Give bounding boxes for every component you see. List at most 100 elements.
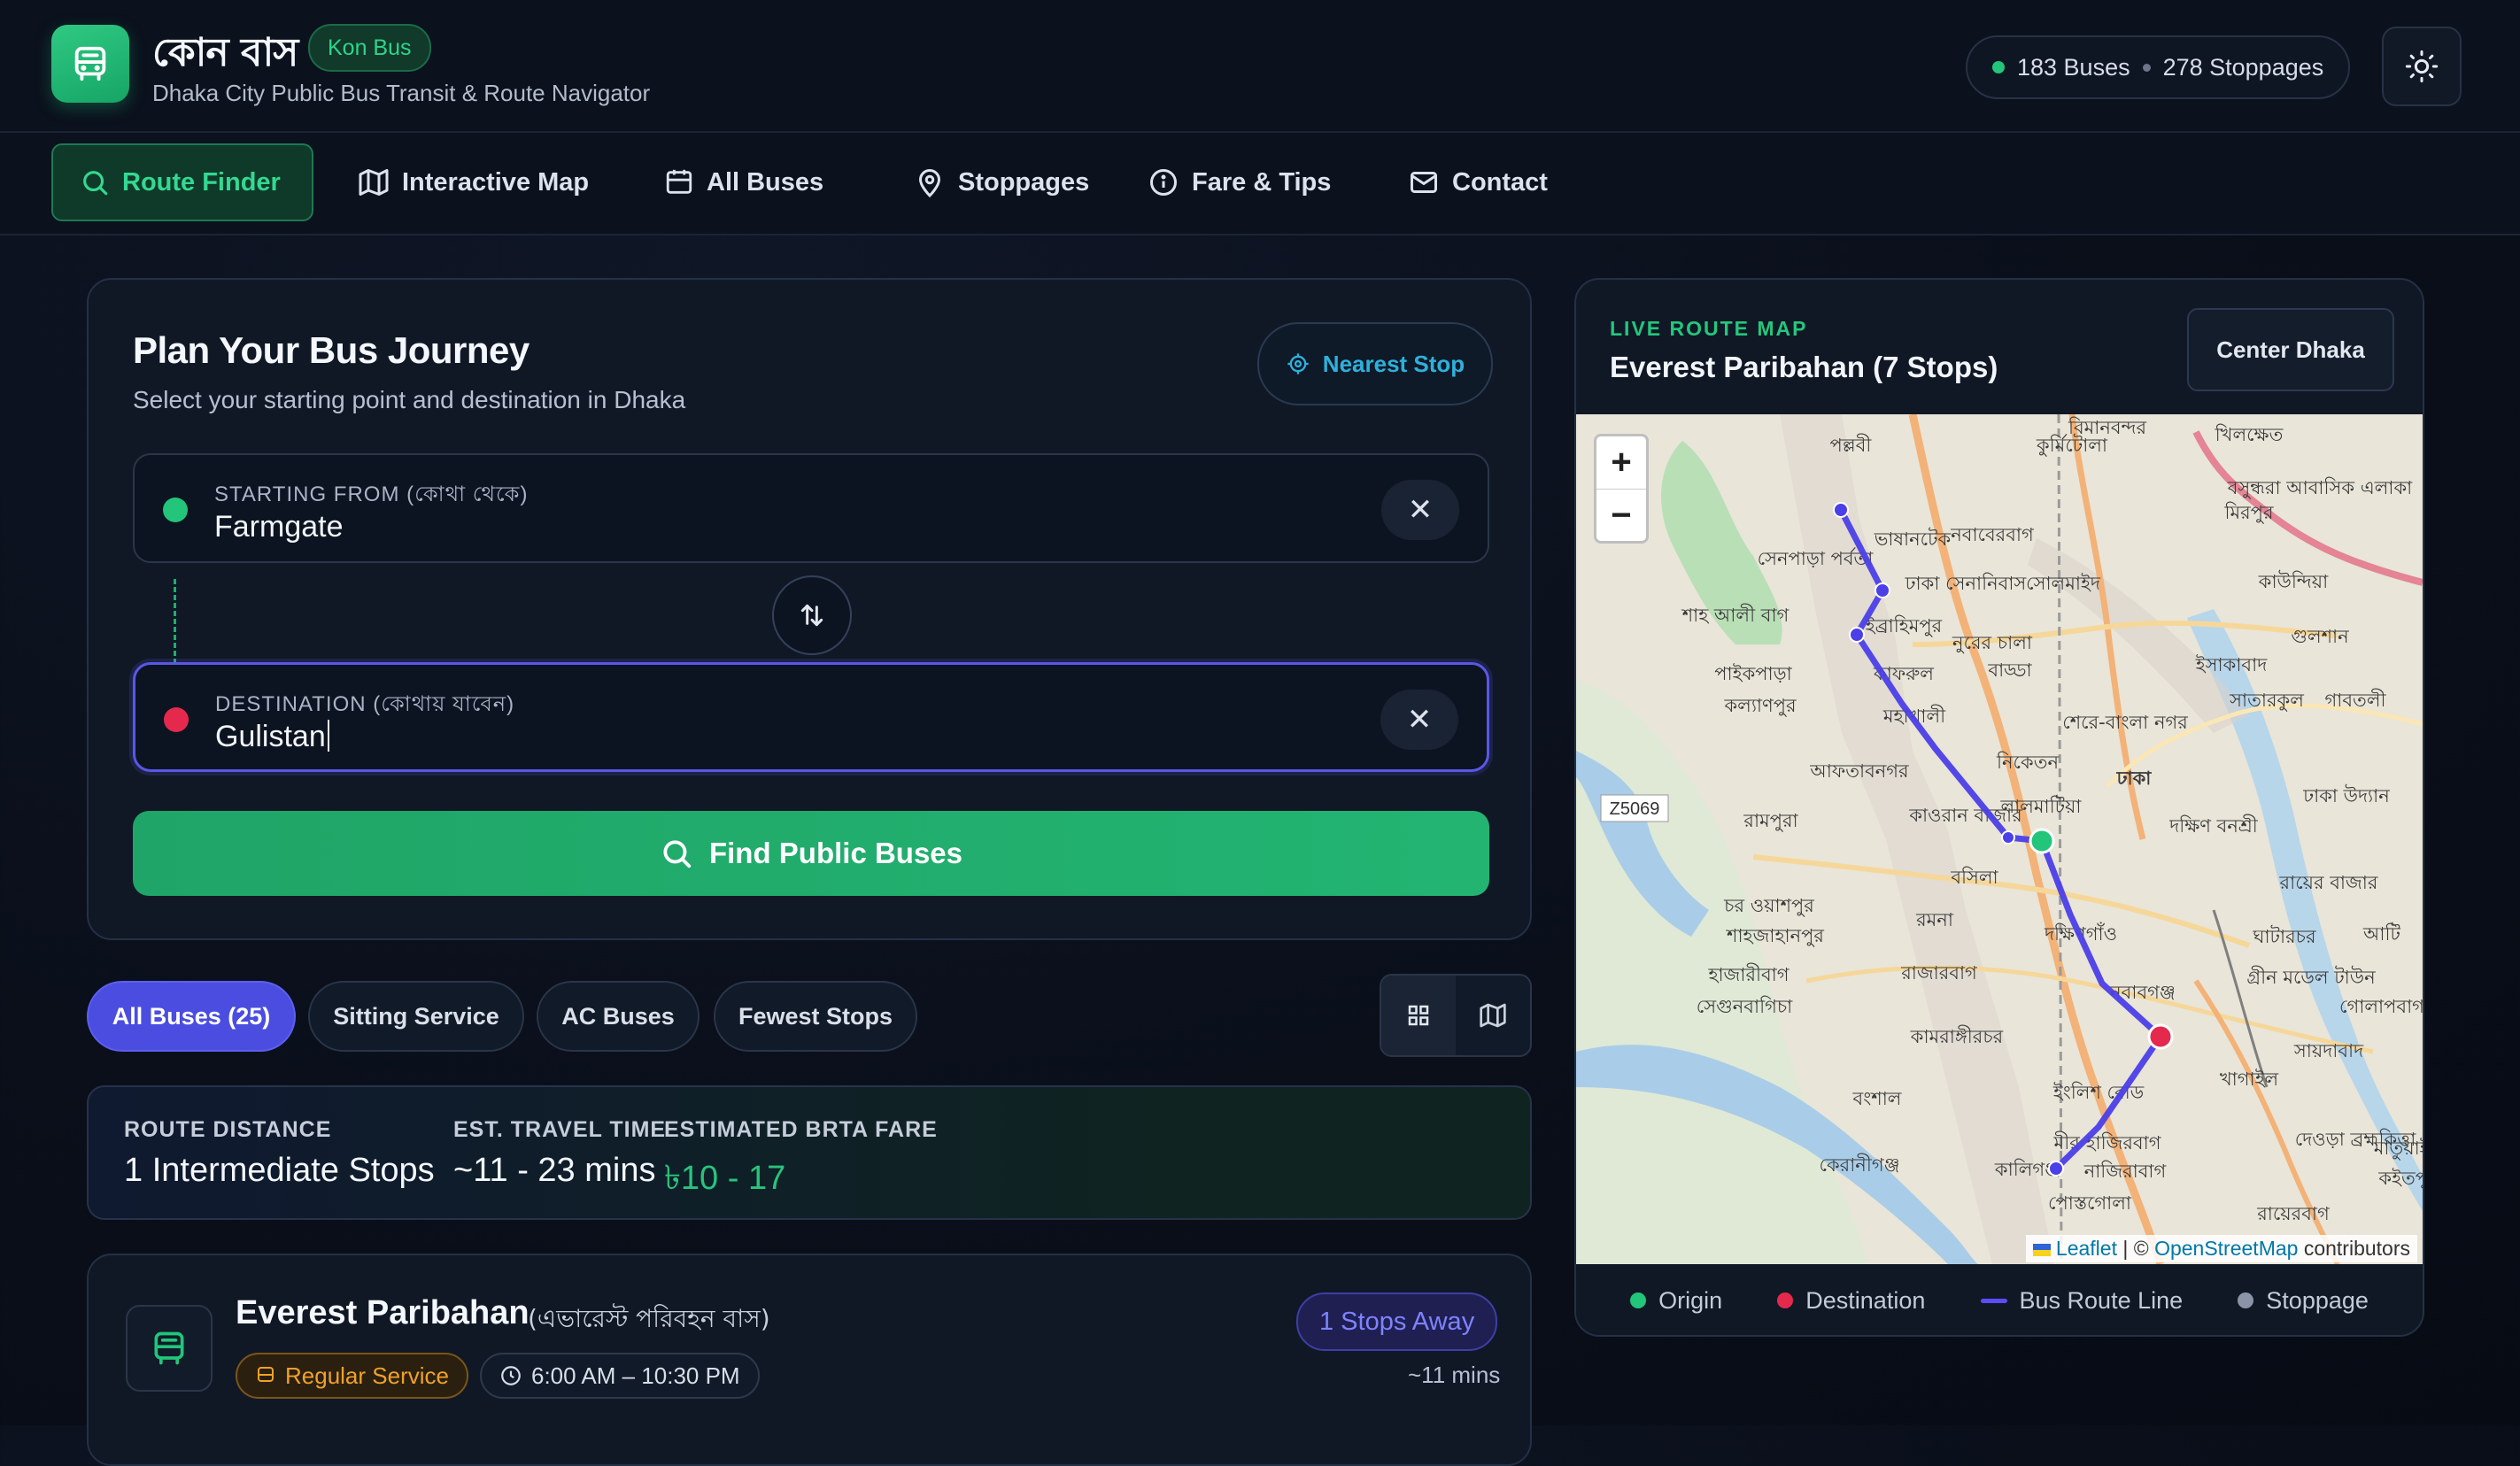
nav-stoppages[interactable]: Stoppages — [887, 143, 1116, 221]
map-place-label: কল্যাণপুর — [1723, 695, 1796, 716]
bus-avatar — [126, 1305, 213, 1392]
map-place-label: বংশাল — [1852, 1088, 1902, 1109]
map-place-label: শেরে-বাংলা নগর — [2062, 712, 2188, 733]
swap-button[interactable] — [772, 575, 852, 655]
stoppage-marker[interactable] — [1875, 583, 1890, 598]
map-place-label: চর ওয়াশপুর — [1723, 895, 1814, 916]
map-place-label: কইতপুর — [2377, 1168, 2423, 1189]
pin-icon — [918, 169, 941, 198]
origin-field[interactable]: STARTING FROM (কোথা থেকে) Farmgate ✕ — [133, 453, 1489, 563]
nav-all-buses[interactable]: All Buses — [638, 143, 850, 221]
clock-icon — [501, 1366, 521, 1385]
leaflet-link[interactable]: Leaflet — [2056, 1237, 2117, 1260]
map-place-label: রমনা — [1915, 909, 1954, 930]
map-place-label: কেরানীগঞ্জ — [1819, 1154, 1899, 1176]
nav-route-finder[interactable]: Route Finder — [51, 143, 313, 221]
road-tag: Z5069 — [1600, 794, 1669, 822]
app-badge: Kon Bus — [308, 24, 431, 72]
bus-result-card[interactable]: Everest Paribahan (এভারেস্ট পরিবহন বাস) … — [87, 1254, 1532, 1466]
destination-label: DESTINATION (কোথায় যাবেন) — [215, 692, 515, 716]
stoppage-marker[interactable] — [1833, 502, 1849, 518]
map-place-label: হাজারীবাগ — [1707, 963, 1790, 985]
bus-list-icon — [666, 169, 692, 194]
route-map[interactable]: পল্লবী কুর্মিটোলা খিলক্ষেত বিমানবন্দর বসুন্ধ… — [1576, 414, 2423, 1264]
nearest-stop-button[interactable]: Nearest Stop — [1257, 322, 1493, 405]
filter-sitting-service[interactable]: Sitting Service — [308, 981, 524, 1052]
search-icon — [663, 840, 692, 868]
map-place-label: কাওরান বাজার — [1908, 805, 2022, 826]
nav-fare-tips[interactable]: Fare & Tips — [1121, 143, 1357, 221]
find-buses-button[interactable]: Find Public Buses — [133, 811, 1489, 896]
map-place-label: ঢাকা — [2116, 768, 2153, 789]
nav-contact[interactable]: Contact — [1381, 143, 1574, 221]
stoppage-marker[interactable] — [1849, 627, 1865, 643]
legend-route-line: Bus Route Line — [1980, 1287, 2183, 1315]
app-subtitle: Dhaka City Public Bus Transit & Route Na… — [152, 80, 651, 106]
map-place-label: সেগুনবাগিচা — [1697, 996, 1793, 1017]
map-place-label: ইব্রাহিমপুর — [1865, 615, 1943, 637]
legend-destination: Destination — [1777, 1287, 1925, 1315]
map-place-label: ঘাটারচর — [2252, 925, 2315, 947]
map-place-label: ঢাকা সেনানিবাস — [1905, 573, 2028, 594]
filter-all-buses[interactable]: All Buses (25) — [87, 981, 296, 1052]
map-place-label: পাইকপাড়া — [1714, 663, 1792, 684]
map-kicker: LIVE ROUTE MAP — [1610, 317, 1808, 340]
map-place-label: ভাষানটেক — [1874, 528, 1952, 550]
map-icon — [1480, 1003, 1506, 1028]
map-place-label: গ্রীন মডেল টাউন — [2246, 966, 2376, 988]
route-summary: ROUTE DISTANCE 1 Intermediate Stops EST.… — [87, 1085, 1532, 1220]
origin-marker[interactable] — [2029, 828, 2055, 854]
center-dhaka-button[interactable]: Center Dhaka — [2187, 308, 2394, 391]
map-place-label: ইসাকাবাদ — [2195, 654, 2268, 675]
origin-label: STARTING FROM (কোথা থেকে) — [214, 482, 529, 506]
map-place-label: বসিলা — [1950, 867, 1998, 888]
stoppages-count: 278 Stoppages — [2162, 53, 2324, 81]
destination-field[interactable]: DESTINATION (কোথায় যাবেন) Gulistan ✕ — [133, 662, 1489, 772]
map-place-label: বাড্ডা — [1987, 660, 2032, 681]
grid-icon — [1408, 1005, 1429, 1026]
map-place-label: রাজারবাগ — [1900, 962, 1978, 984]
origin-input[interactable]: Farmgate — [214, 510, 344, 544]
buses-count: 183 Buses — [2017, 53, 2130, 81]
map-view-button[interactable] — [1456, 976, 1530, 1055]
service-badge: Regular Service — [236, 1353, 468, 1399]
app-logo — [51, 25, 129, 103]
map-place-label: রায়েরবাগ — [2256, 1203, 2331, 1224]
map-title: Everest Paribahan (7 Stops) — [1610, 351, 1998, 383]
map-place-label: সাতারকুল — [2229, 690, 2304, 711]
nav-interactive-map[interactable]: Interactive Map — [331, 143, 615, 221]
stoppage-marker[interactable] — [2001, 830, 2015, 845]
bus-name-bangla: (এভারেস্ট পরিবহন বাস) — [528, 1304, 770, 1333]
app-title: কোন বাস — [152, 30, 298, 75]
map-place-label: গোলাপবাগ — [2339, 996, 2423, 1017]
zoom-out-button[interactable]: − — [1596, 490, 1646, 542]
info-icon — [1150, 169, 1177, 196]
map-place-label: নাজিরাবাগ — [2083, 1161, 2168, 1182]
map-place-label: নবাবেরবাগ — [1950, 524, 2035, 545]
summary-distance: ROUTE DISTANCE 1 Intermediate Stops — [124, 1117, 435, 1189]
zoom-in-button[interactable]: + — [1596, 436, 1646, 490]
grid-view-button[interactable] — [1381, 976, 1456, 1055]
clear-destination-button[interactable]: ✕ — [1380, 690, 1458, 750]
theme-toggle-button[interactable] — [2382, 27, 2462, 106]
clear-origin-button[interactable]: ✕ — [1381, 480, 1459, 540]
filter-ac-buses[interactable]: AC Buses — [537, 981, 700, 1052]
zoom-control: + − — [1594, 434, 1649, 544]
destination-marker[interactable] — [2147, 1023, 2174, 1050]
map-place-label: খিলক্ষেত — [2215, 424, 2284, 445]
osm-link[interactable]: OpenStreetMap — [2154, 1237, 2298, 1260]
mail-icon — [1411, 172, 1437, 193]
live-dot-icon — [1992, 61, 2005, 73]
stoppage-marker[interactable] — [2048, 1161, 2064, 1177]
filter-fewest-stops[interactable]: Fewest Stops — [714, 981, 917, 1052]
legend-origin: Origin — [1630, 1287, 1722, 1315]
map-canvas[interactable]: পল্লবী কুর্মিটোলা খিলক্ষেতবিমানবন্দরবসুন্ধ… — [1576, 414, 2423, 1264]
map-place-label: বিমানবন্দর — [2068, 417, 2147, 438]
bus-icon — [258, 1367, 274, 1382]
map-place-label: নুরের চালা — [1952, 632, 2033, 653]
map-place-label: আটি — [2362, 922, 2401, 945]
summary-time: EST. TRAVEL TIME ~11 - 23 mins — [453, 1117, 667, 1189]
destination-input[interactable]: Gulistan — [215, 720, 329, 754]
map-place-label: বসুন্ধরা আবাসিক এলাকা — [2227, 477, 2413, 498]
map-attribution: Leaflet | © OpenStreetMap contributors — [2025, 1235, 2417, 1262]
